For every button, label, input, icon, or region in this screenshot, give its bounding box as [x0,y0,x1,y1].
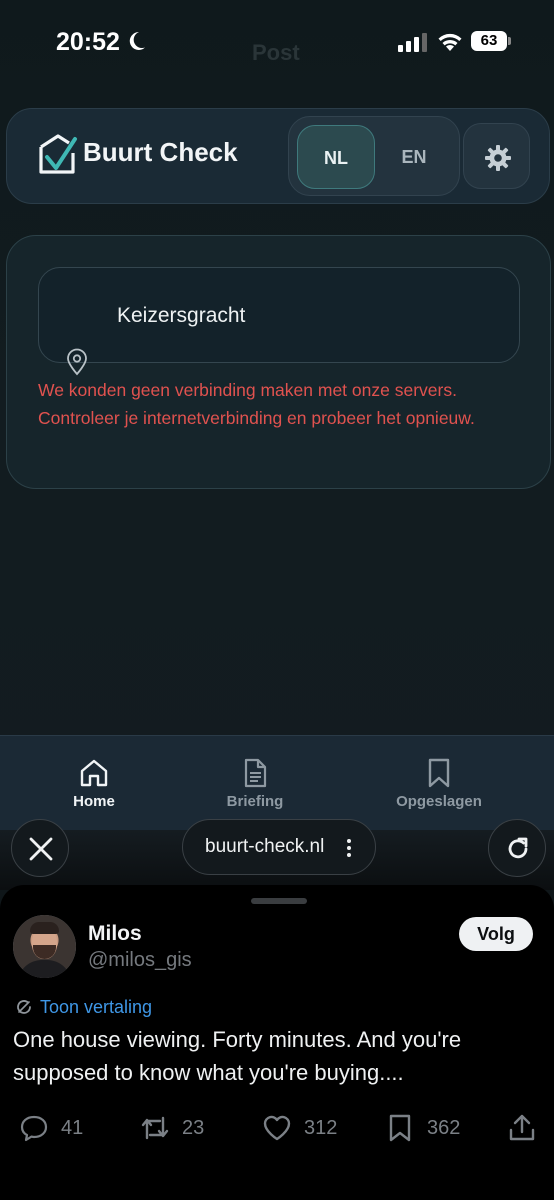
sheet-grabber[interactable] [251,898,307,904]
app-title: Buurt Check [83,137,238,167]
nav-item-saved[interactable]: Opgeslagen [380,757,498,810]
heart-icon [263,1115,291,1141]
address-search-value: Keizersgracht [117,304,246,327]
language-nl-button[interactable]: NL [297,125,375,189]
author-name[interactable]: Milos [88,922,142,946]
nav-briefing-label: Briefing [226,793,284,810]
nav-item-home[interactable]: Home [54,757,134,810]
faded-page-title: Post [252,40,300,65]
document-icon [244,758,267,788]
like-count: 312 [304,1116,338,1139]
language-en-button[interactable]: EN [375,125,453,189]
home-icon [80,759,108,787]
like-button[interactable]: 312 [261,1111,337,1145]
share-button[interactable] [506,1111,538,1145]
reply-count: 41 [61,1116,84,1139]
show-translation-link[interactable]: Toon vertaling [40,997,152,1018]
settings-button[interactable] [463,123,530,189]
more-options-icon[interactable] [345,838,353,858]
wifi-icon [438,33,462,51]
close-browser-button[interactable] [11,819,69,877]
share-icon [509,1114,535,1141]
bookmark-button[interactable]: 362 [384,1111,460,1145]
reply-button[interactable]: 41 [18,1111,83,1145]
nav-item-briefing[interactable]: Briefing [205,757,305,810]
reload-button[interactable] [488,819,546,877]
reply-icon [20,1115,48,1142]
moon-icon [129,31,145,50]
nav-saved-label: Opgeslagen [396,793,482,810]
map-pin-icon [67,348,87,376]
language-toggle: NL EN [288,116,460,196]
repost-count: 23 [182,1116,205,1139]
address-search-input[interactable] [38,267,520,363]
follow-button[interactable]: Volg [459,917,533,951]
bookmark-count: 362 [427,1116,461,1139]
gear-icon [485,145,511,171]
connection-error-message: We konden geen verbinding maken met onze… [38,380,475,428]
battery-indicator: 63 [471,31,511,51]
reload-icon [508,837,528,859]
bookmark-icon [389,1114,411,1142]
battery-level: 63 [480,32,498,49]
close-icon [29,837,53,861]
author-handle[interactable]: @milos_gis [88,949,192,972]
url-text: buurt-check.nl [205,836,325,857]
status-bar: 20:52 Post 63 [0,0,554,84]
status-time: 20:52 [56,28,120,56]
repost-icon [141,1116,169,1140]
nav-home-label: Home [73,793,115,810]
translate-icon [17,1000,31,1014]
house-check-logo-icon [39,134,77,174]
cellular-signal-icon [398,33,427,52]
post-text: One house viewing. Forty minutes. And yo… [13,1027,462,1085]
avatar[interactable] [13,915,76,978]
bookmark-icon [428,758,450,788]
repost-button[interactable]: 23 [139,1111,204,1145]
